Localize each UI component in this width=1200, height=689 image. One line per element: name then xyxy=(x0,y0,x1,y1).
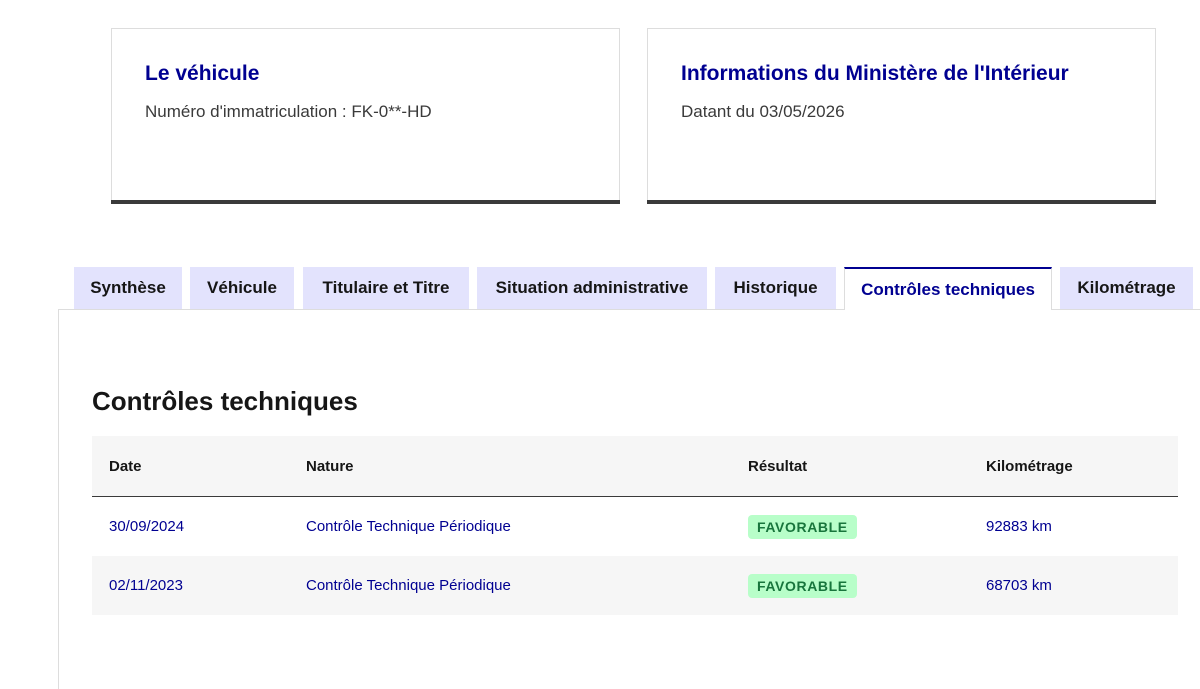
table-row: 30/09/2024 Contrôle Technique Périodique… xyxy=(92,497,1178,556)
result-badge: FAVORABLE xyxy=(748,573,857,598)
tab-controles-techniques[interactable]: Contrôles techniques xyxy=(844,267,1052,310)
tab-kilometrage[interactable]: Kilométrage xyxy=(1060,267,1193,309)
result-badge: FAVORABLE xyxy=(748,514,857,539)
tab-synthese[interactable]: Synthèse xyxy=(74,267,182,309)
row-date: 30/09/2024 xyxy=(109,518,185,535)
tab-historique[interactable]: Historique xyxy=(715,267,836,309)
tab-panel-controles-techniques: Contrôles techniques Date Nature Résulta… xyxy=(58,309,1200,689)
row-nature: Contrôle Technique Périodique xyxy=(306,577,511,594)
row-result: FAVORABLE xyxy=(748,497,857,556)
section-title: Contrôles techniques xyxy=(92,386,358,416)
technical-inspections-table: Date Nature Résultat Kilométrage 30/09/2… xyxy=(92,436,1178,615)
row-mileage: 92883 km xyxy=(986,518,1052,535)
header-nature: Nature xyxy=(306,457,354,475)
vehicle-card-title: Le véhicule xyxy=(145,62,260,85)
table-header: Date Nature Résultat Kilométrage xyxy=(92,436,1178,497)
table-row: 02/11/2023 Contrôle Technique Périodique… xyxy=(92,556,1178,615)
row-date: 02/11/2023 xyxy=(109,577,183,594)
row-result: FAVORABLE xyxy=(748,556,857,615)
ministry-data-date: Datant du 03/05/2026 xyxy=(681,102,845,121)
tab-titulaire-et-titre[interactable]: Titulaire et Titre xyxy=(303,267,469,309)
header-mileage: Kilométrage xyxy=(986,457,1073,475)
ministry-card-title: Informations du Ministère de l'Intérieur xyxy=(681,62,1069,85)
vehicle-registration-number: Numéro d'immatriculation : FK-0**-HD xyxy=(145,102,432,121)
row-nature: Contrôle Technique Périodique xyxy=(306,518,511,535)
header-date: Date xyxy=(109,457,142,475)
tab-situation-administrative[interactable]: Situation administrative xyxy=(477,267,707,309)
row-mileage: 68703 km xyxy=(986,577,1052,594)
ministry-card: Informations du Ministère de l'Intérieur… xyxy=(647,28,1156,204)
vehicle-card: Le véhicule Numéro d'immatriculation : F… xyxy=(111,28,620,204)
tab-list: Synthèse Véhicule Titulaire et Titre Sit… xyxy=(0,267,1200,310)
header-result: Résultat xyxy=(748,457,808,475)
tab-vehicule[interactable]: Véhicule xyxy=(190,267,294,309)
